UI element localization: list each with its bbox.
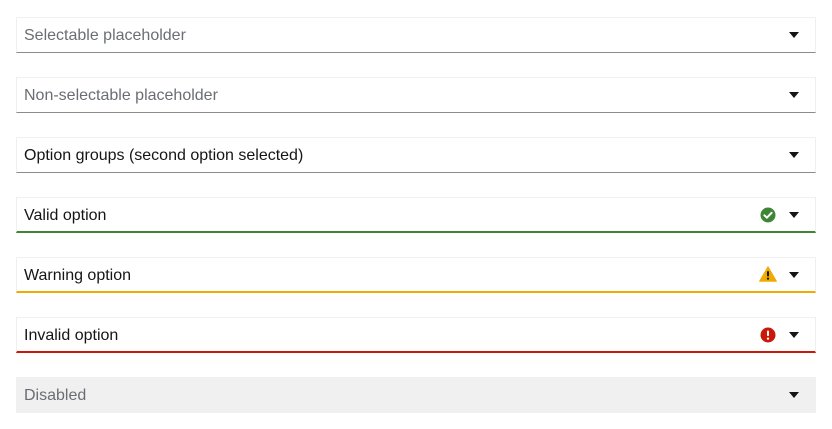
caret-down-icon <box>789 392 799 398</box>
caret-down-icon <box>789 92 799 98</box>
warning-select[interactable]: Warning option <box>16 257 816 293</box>
caret-down-icon <box>789 32 799 38</box>
exclamation-circle-icon <box>760 327 776 343</box>
caret-down-icon <box>789 332 799 338</box>
valid-select[interactable]: Valid option <box>16 197 816 233</box>
select-value: Warning option <box>24 267 132 284</box>
select-value: Option groups (second option selected) <box>24 147 304 164</box>
caret-down-icon <box>789 152 799 158</box>
select-value: Disabled <box>24 387 87 404</box>
option-groups-select[interactable]: Option groups (second option selected) <box>16 137 816 173</box>
check-circle-icon <box>760 207 776 223</box>
caret-down-icon <box>789 212 799 218</box>
warning-triangle-icon <box>759 266 777 282</box>
selectable-placeholder-select[interactable]: Selectable placeholder <box>16 17 816 53</box>
select-value: Valid option <box>24 207 107 224</box>
select-value: Non-selectable placeholder <box>24 87 218 104</box>
invalid-select[interactable]: Invalid option <box>16 317 816 353</box>
caret-down-icon <box>789 272 799 278</box>
disabled-select: Disabled <box>16 377 816 413</box>
select-value: Invalid option <box>24 327 119 344</box>
select-value: Selectable placeholder <box>24 27 186 44</box>
non-selectable-placeholder-select[interactable]: Non-selectable placeholder <box>16 77 816 113</box>
